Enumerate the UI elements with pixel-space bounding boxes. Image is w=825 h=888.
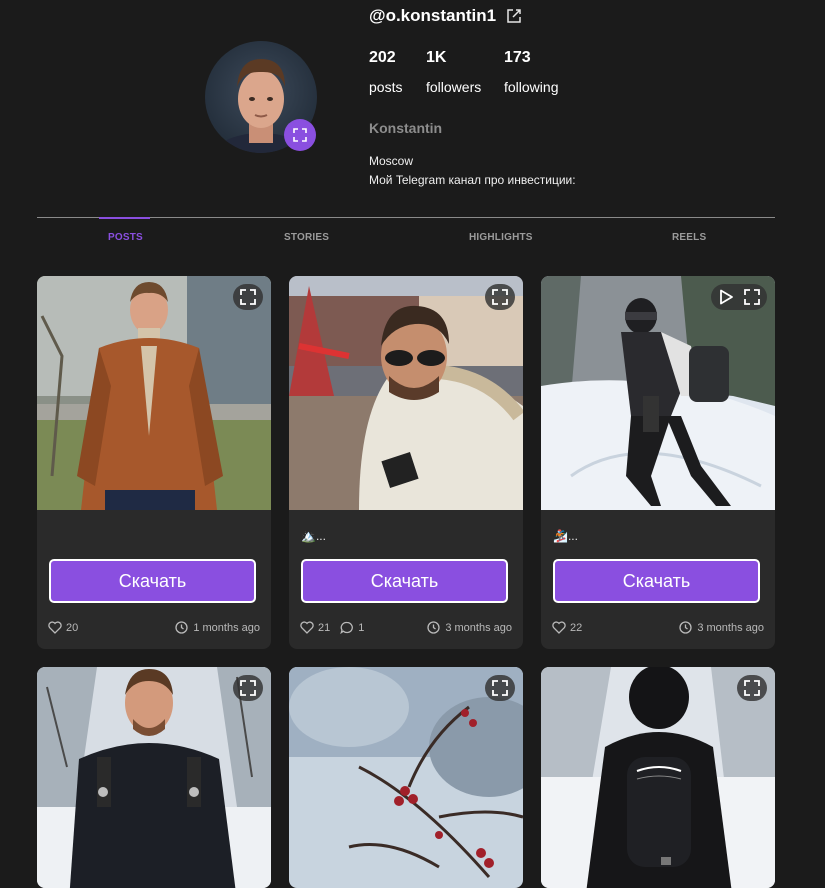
post-card: 🏔️... Скачать 21 1 3 months ago <box>289 276 523 649</box>
post-meta: 20 1 months ago <box>48 621 260 635</box>
followers-label[interactable]: followers <box>426 79 481 95</box>
post-photo <box>541 667 775 888</box>
download-button[interactable]: Скачать <box>301 559 508 603</box>
username: @o.konstantin1 <box>369 6 497 25</box>
post-image[interactable] <box>37 667 271 888</box>
followers-count: 1K <box>426 49 447 66</box>
clock-icon <box>175 621 188 634</box>
post-card <box>289 667 523 888</box>
expand-icon[interactable] <box>239 288 257 306</box>
post-time: 3 months ago <box>697 621 764 634</box>
post-time: 3 months ago <box>445 621 512 634</box>
post-image[interactable] <box>37 276 271 510</box>
post-meta: 22 3 months ago <box>552 621 764 635</box>
download-button[interactable]: Скачать <box>49 559 256 603</box>
post-card: Скачать 20 1 months ago <box>37 276 271 649</box>
post-card <box>37 667 271 888</box>
expand-icon[interactable] <box>743 679 761 697</box>
username-row: @o.konstantin1 <box>369 6 522 26</box>
tab-active-indicator <box>99 217 150 219</box>
comments-count: 1 <box>358 621 365 634</box>
heart-icon <box>48 621 62 634</box>
post-card <box>541 667 775 888</box>
media-actions <box>485 284 515 310</box>
profile-avatar-container[interactable] <box>205 41 317 153</box>
media-actions <box>233 284 263 310</box>
media-actions <box>711 284 767 310</box>
post-card: 🏂... Скачать 22 3 months ago <box>541 276 775 649</box>
expand-icon[interactable] <box>491 288 509 306</box>
post-image[interactable] <box>541 667 775 888</box>
play-icon[interactable] <box>717 288 735 306</box>
following-count: 173 <box>504 49 531 66</box>
expand-icon <box>293 128 307 142</box>
following-label[interactable]: following <box>504 79 558 95</box>
post-time: 1 months ago <box>193 621 260 634</box>
post-image[interactable] <box>289 667 523 888</box>
bio-text: Мой Telegram канал про инвестиции: <box>369 173 576 187</box>
posts-label: posts <box>369 79 403 95</box>
comment-icon <box>340 621 354 634</box>
heart-icon <box>300 621 314 634</box>
heart-icon <box>552 621 566 634</box>
tab-stories[interactable]: STORIES <box>284 232 329 243</box>
clock-icon <box>679 621 692 634</box>
expand-icon[interactable] <box>491 679 509 697</box>
bio: Moscow Мой Telegram канал про инвестиции… <box>369 152 576 190</box>
post-image[interactable] <box>541 276 775 510</box>
post-caption: 🏔️... <box>301 529 326 543</box>
likes-count: 22 <box>570 621 583 634</box>
post-photo <box>289 667 523 888</box>
post-photo <box>541 276 775 510</box>
post-caption: 🏂... <box>553 529 578 543</box>
likes-count: 21 <box>318 621 331 634</box>
media-actions <box>233 675 263 701</box>
post-photo <box>37 667 271 888</box>
full-name: Konstantin <box>369 120 443 136</box>
external-link-icon[interactable] <box>506 8 522 24</box>
post-photo <box>37 276 271 510</box>
post-photo <box>289 276 523 510</box>
posts-count: 202 <box>369 49 396 66</box>
likes-count: 20 <box>66 621 79 634</box>
tab-highlights[interactable]: HIGHLIGHTS <box>469 232 533 243</box>
tab-reels[interactable]: REELS <box>672 232 706 243</box>
media-actions <box>737 675 767 701</box>
post-image[interactable] <box>289 276 523 510</box>
expand-icon[interactable] <box>743 288 761 306</box>
post-meta: 21 1 3 months ago <box>300 621 512 635</box>
bio-location: Moscow <box>369 154 414 168</box>
tab-posts[interactable]: POSTS <box>108 232 143 243</box>
avatar-expand-button[interactable] <box>284 119 316 151</box>
clock-icon <box>427 621 440 634</box>
expand-icon[interactable] <box>239 679 257 697</box>
download-button[interactable]: Скачать <box>553 559 760 603</box>
media-actions <box>485 675 515 701</box>
